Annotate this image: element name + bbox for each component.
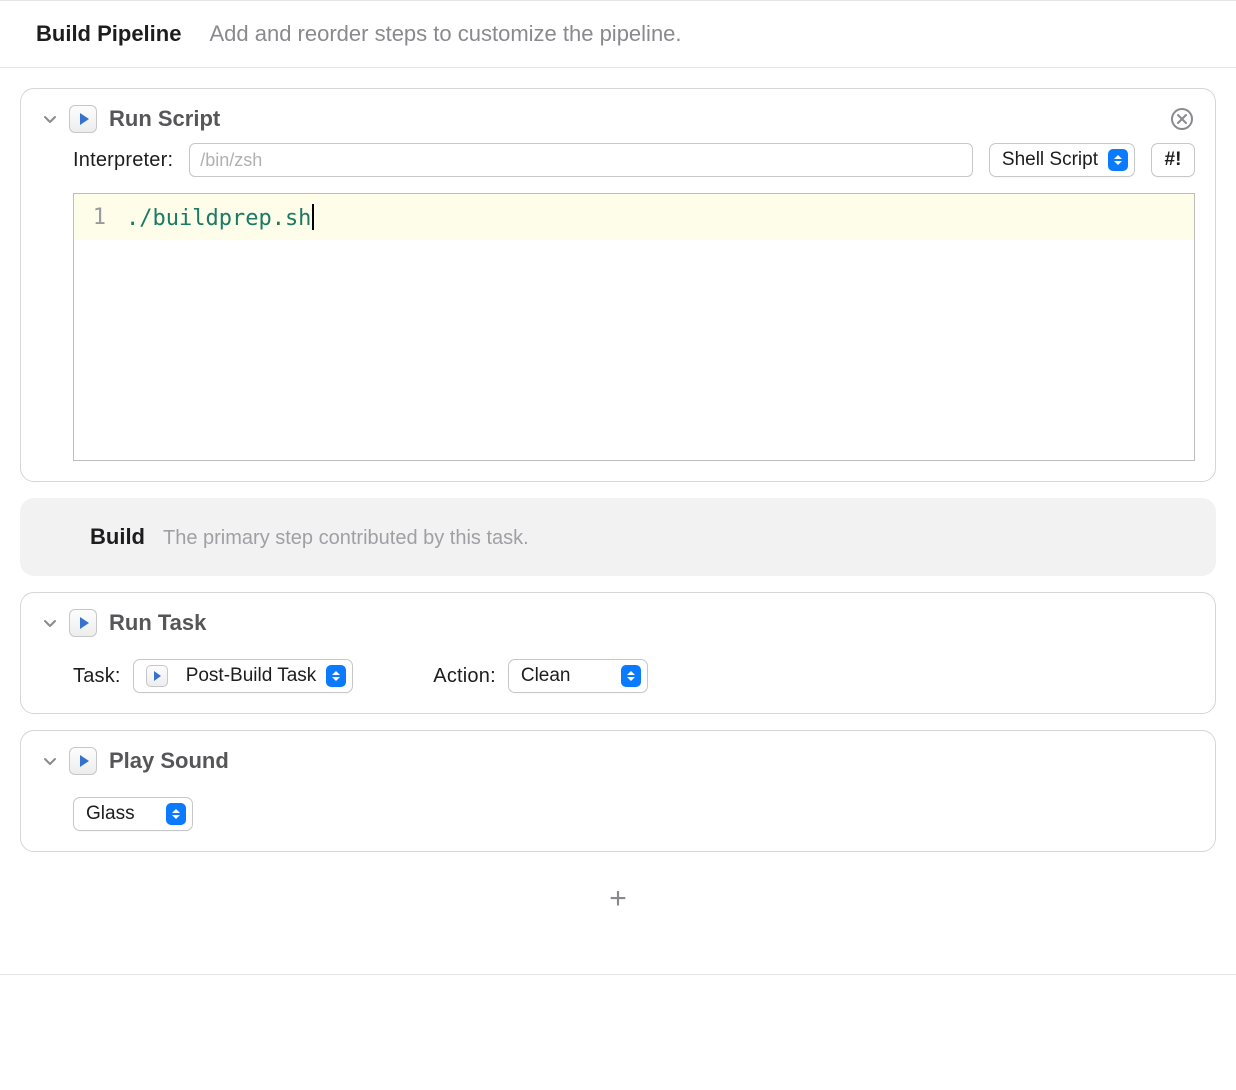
page-subtitle: Add and reorder steps to customize the p… [209,21,681,47]
task-play-icon [146,665,168,687]
line-number: 1 [74,205,116,230]
script-editor[interactable]: 1 ./buildprep.sh [73,193,1195,461]
card-title-run-script: Run Script [109,106,220,132]
add-row: + [20,868,1216,954]
code-text: ./buildprep.sh [116,204,314,231]
task-play-icon [69,747,97,775]
task-play-icon [69,609,97,637]
chevron-down-icon[interactable] [41,614,59,632]
interpreter-input[interactable] [189,143,973,177]
card-run-script: Run Script Interpreter: Shell Script #! … [20,88,1216,482]
stepper-icon [326,665,346,687]
card-build: Build The primary step contributed by th… [20,498,1216,576]
shebang-button[interactable]: #! [1151,143,1195,177]
stepper-icon [621,665,641,687]
card-title-play-sound: Play Sound [109,748,229,774]
card-body-run-task: Task: Post-Build Task Action: Clean [21,653,1215,713]
footer-divider [0,974,1236,994]
sound-select[interactable]: Glass [73,797,193,831]
text-cursor [312,204,314,230]
stepper-icon [166,803,186,825]
card-header-run-task: Run Task [21,593,1215,653]
action-select-value: Clean [521,665,611,687]
card-header-play-sound: Play Sound [21,731,1215,791]
card-subtitle-build: The primary step contributed by this tas… [163,527,529,550]
card-header-run-script: Run Script [21,89,1215,143]
page-title: Build Pipeline [36,21,181,47]
script-type-value: Shell Script [1002,149,1098,171]
card-play-sound: Play Sound Glass [20,730,1216,852]
task-select-value: Post-Build Task [186,665,317,687]
stepper-icon [1108,149,1128,171]
page-header: Build Pipeline Add and reorder steps to … [0,0,1236,68]
close-icon[interactable] [1169,106,1195,132]
task-label: Task: [73,665,121,688]
card-title-run-task: Run Task [109,610,206,636]
action-label: Action: [433,665,496,688]
sound-select-value: Glass [86,803,156,825]
card-body-play-sound: Glass [21,791,1215,851]
content-area: Run Script Interpreter: Shell Script #! … [0,68,1236,974]
interpreter-label: Interpreter: [73,149,173,172]
action-select[interactable]: Clean [508,659,648,693]
plus-icon: + [609,882,627,915]
editor-line-1: 1 ./buildprep.sh [74,194,1194,240]
task-play-icon [69,105,97,133]
chevron-down-icon[interactable] [41,752,59,770]
script-type-select[interactable]: Shell Script [989,143,1135,177]
card-body-run-script: Interpreter: Shell Script #! 1 ./buildpr… [21,143,1215,481]
chevron-down-icon[interactable] [41,110,59,128]
card-title-build: Build [90,524,145,550]
card-run-task: Run Task Task: Post-Build Task Action: C… [20,592,1216,714]
add-step-button[interactable]: + [603,884,633,914]
task-select[interactable]: Post-Build Task [133,659,354,693]
